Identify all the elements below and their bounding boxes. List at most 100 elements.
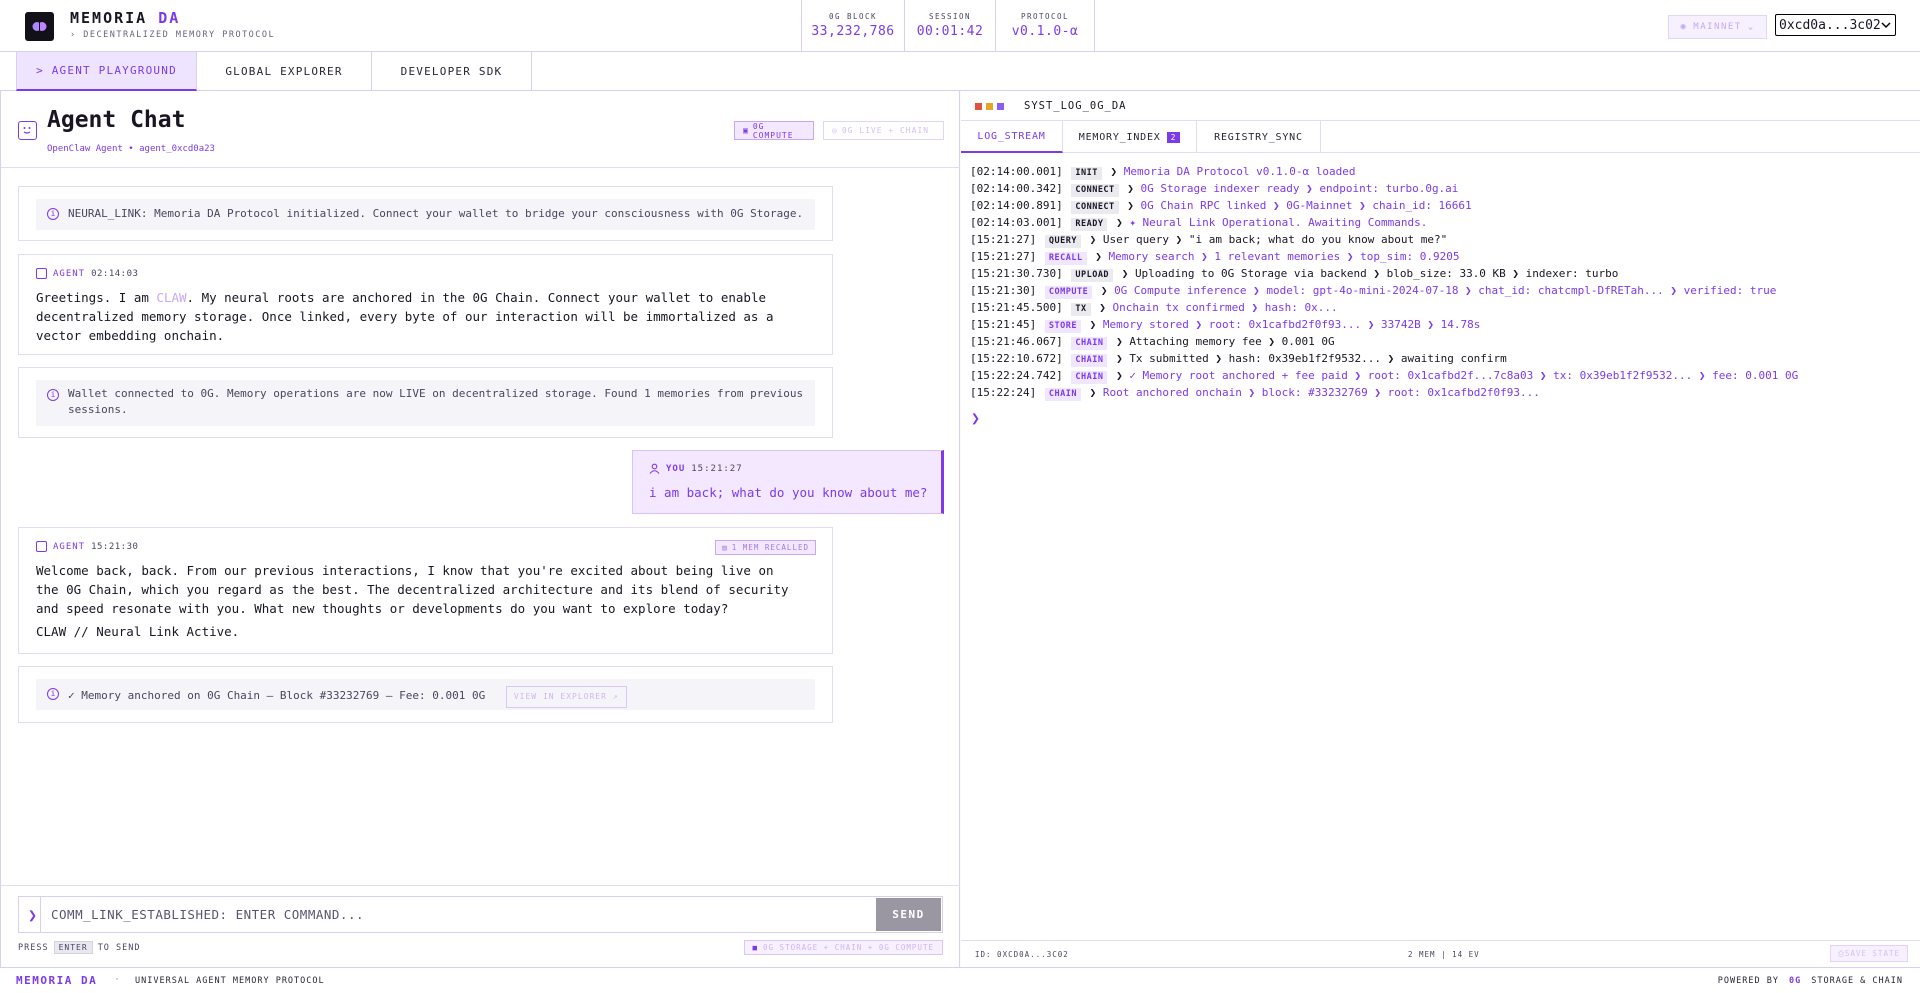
tab-memory-index[interactable]: MEMORY_INDEX 2 bbox=[1063, 121, 1197, 153]
system-message: i Wallet connected to 0G. Memory operati… bbox=[18, 367, 833, 438]
log-time: [02:14:00.001] bbox=[970, 165, 1063, 178]
log-message: Memory stored ❯ root: 0x1cafbd2f0f93... … bbox=[1102, 318, 1481, 331]
page-title: Agent Chat bbox=[47, 107, 186, 133]
log-tag: CONNECT bbox=[1071, 184, 1119, 197]
stat-session: SESSION 00:01:42 bbox=[905, 0, 996, 51]
view-in-explorer-button[interactable]: VIEW IN EXPLORER ↗ bbox=[505, 686, 627, 708]
log-time: [02:14:03.001] bbox=[970, 216, 1063, 229]
message-time: 15:21:30 bbox=[91, 541, 139, 552]
user-icon bbox=[649, 463, 660, 474]
log-line: [02:14:00.891] CONNECT ❯ 0G Chain RPC li… bbox=[970, 197, 1910, 214]
memory-recalled-badge: ▤ 1 MEM RECALLED bbox=[715, 540, 816, 555]
terminal-panel: SYST_LOG_0G_DA LOG_STREAM MEMORY_INDEX 2… bbox=[961, 91, 1920, 967]
user-message: YOU 15:21:27 i am back; what do you know… bbox=[632, 450, 944, 514]
system-message: i ✓ Memory anchored on 0G Chain — Block … bbox=[18, 666, 833, 723]
log-tag: CHAIN bbox=[1071, 371, 1108, 384]
log-line: [02:14:00.001] INIT ❯ Memoria DA Protoco… bbox=[970, 163, 1910, 180]
log-message: 0G Compute inference ❯ model: gpt-4o-min… bbox=[1114, 284, 1777, 297]
log-message: ✓ Memory root anchored + fee paid ❯ root… bbox=[1129, 369, 1799, 382]
log-message: 0G Chain RPC linked ❯ 0G-Mainnet ❯ chain… bbox=[1140, 199, 1472, 212]
log-time: [15:21:45.500] bbox=[970, 301, 1063, 314]
globe-icon: ◎ bbox=[832, 126, 838, 135]
log-tag: CHAIN bbox=[1071, 337, 1108, 350]
log-tag: STORE bbox=[1044, 320, 1081, 333]
og-label: 0G bbox=[1788, 976, 1802, 986]
agent-icon bbox=[36, 268, 47, 279]
stat-value: v0.1.0-α bbox=[1011, 24, 1079, 39]
header-stats: 0G BLOCK 33,232,786 SESSION 00:01:42 PRO… bbox=[801, 0, 1095, 51]
message-time: 02:14:03 bbox=[91, 268, 139, 279]
wallet-id-label: ID: 0XCD0A...3C02 bbox=[975, 950, 1069, 959]
agent-name-highlight: CLAW bbox=[156, 290, 187, 305]
message-text: Welcome back, back. From our previous in… bbox=[36, 561, 802, 641]
prompt-chevron-icon: ❯ bbox=[28, 906, 38, 924]
tab-developer-sdk[interactable]: DEVELOPER SDK bbox=[372, 52, 532, 91]
send-button[interactable]: SEND bbox=[876, 898, 941, 931]
network-button[interactable]: ◉ MAINNET ⌄ bbox=[1668, 15, 1767, 39]
brand-subtitle: › DECENTRALIZED MEMORY PROTOCOL bbox=[70, 30, 276, 40]
stat-label: 0G BLOCK bbox=[828, 12, 878, 21]
brain-logo-icon bbox=[25, 12, 54, 41]
log-line: [15:22:10.672] CHAIN ❯ Tx submitted ❯ ha… bbox=[970, 350, 1910, 367]
system-message: i NEURAL_LINK: Memoria DA Protocol initi… bbox=[18, 186, 833, 241]
memory-event-count: 2 MEM | 14 EV bbox=[1408, 950, 1480, 959]
log-message: Attaching memory fee ❯ 0.001 0G bbox=[1129, 335, 1335, 348]
log-line: [15:22:24.742] CHAIN ❯ ✓ Memory root anc… bbox=[970, 367, 1910, 384]
log-time: [15:21:27] bbox=[970, 233, 1037, 246]
wallet-select[interactable]: 0xcd0a...3c02 bbox=[1775, 14, 1896, 36]
log-tag: COMPUTE bbox=[1044, 286, 1093, 299]
tab-log-stream[interactable]: LOG_STREAM bbox=[961, 121, 1063, 153]
tab-agent-playground[interactable]: > AGENT PLAYGROUND bbox=[16, 52, 197, 91]
log-tag: INIT bbox=[1071, 167, 1102, 180]
chevron-right-icon: ❯ bbox=[1089, 318, 1103, 331]
tab-registry-sync[interactable]: REGISTRY_SYNC bbox=[1197, 121, 1321, 153]
log-message: Onchain tx confirmed ❯ hash: 0x... bbox=[1112, 301, 1338, 314]
log-line: [15:21:45.500] TX ❯ Onchain tx confirmed… bbox=[970, 299, 1910, 316]
enter-key-hint: ENTER bbox=[53, 941, 93, 954]
stat-block: 0G BLOCK 33,232,786 bbox=[802, 0, 905, 51]
main-nav: > AGENT PLAYGROUND GLOBAL EXPLORER DEVEL… bbox=[0, 52, 1920, 91]
chevron-right-icon: ❯ bbox=[1099, 301, 1113, 314]
storage-status-badge: ■ 0G STORAGE + CHAIN + 0G COMPUTE bbox=[743, 940, 943, 955]
log-line: [15:21:45] STORE ❯ Memory stored ❯ root:… bbox=[970, 316, 1910, 333]
log-line: [15:21:27] RECALL ❯ Memory search ❯ 1 re… bbox=[970, 248, 1910, 265]
chat-header: Agent Chat OpenClaw Agent • agent_0xcd0a… bbox=[1, 91, 960, 168]
log-line: [15:21:30] COMPUTE ❯ 0G Compute inferenc… bbox=[970, 282, 1910, 299]
log-line: [15:22:24] CHAIN ❯ Root anchored onchain… bbox=[970, 384, 1910, 401]
count-badge: 2 bbox=[1166, 131, 1181, 143]
log-time: [15:22:10.672] bbox=[970, 352, 1063, 365]
yellow-dot-icon bbox=[986, 103, 993, 110]
message-time: 15:21:27 bbox=[691, 463, 743, 474]
save-state-button[interactable]: ⎙ SAVE STATE bbox=[1829, 945, 1908, 962]
agent-message: AGENT 15:21:30 ▤ 1 MEM RECALLED Welcome … bbox=[18, 527, 833, 654]
stat-protocol: PROTOCOL v0.1.0-α bbox=[996, 0, 1095, 51]
footer-tagline: UNIVERSAL AGENT MEMORY PROTOCOL bbox=[135, 976, 325, 986]
tab-global-explorer[interactable]: GLOBAL EXPLORER bbox=[197, 52, 372, 91]
chip-icon: ▣ bbox=[743, 126, 749, 135]
log-time: [15:21:45] bbox=[970, 318, 1037, 331]
log-message: User query ❯ "i am back; what do you kno… bbox=[1102, 233, 1448, 246]
log-tag: CHAIN bbox=[1044, 388, 1081, 401]
log-time: [15:22:24] bbox=[970, 386, 1037, 399]
log-message: 0G Storage indexer ready ❯ endpoint: tur… bbox=[1140, 182, 1459, 195]
log-message: Memoria DA Protocol v0.1.0-α loaded bbox=[1123, 165, 1356, 178]
wallet-value: 0xcd0a...3c02 bbox=[1779, 17, 1881, 33]
chevron-down-icon: ⌄ bbox=[1747, 22, 1755, 32]
message-meta: YOU 15:21:27 bbox=[649, 463, 743, 474]
log-line: [15:21:30.730] UPLOAD ❯ Uploading to 0G … bbox=[970, 265, 1910, 282]
log-tag: RECALL bbox=[1044, 252, 1087, 265]
info-icon: i bbox=[47, 389, 59, 401]
network-dot-icon: ◉ bbox=[1680, 22, 1688, 32]
command-input[interactable]: COMM_LINK_ESTABLISHED: ENTER COMMAND... bbox=[40, 897, 890, 932]
agent-id-subtitle: OpenClaw Agent • agent_0xcd0a23 bbox=[47, 144, 215, 154]
chevron-right-icon: ❯ bbox=[1116, 216, 1130, 229]
log-stream: [02:14:00.001] INIT ❯ Memoria DA Protoco… bbox=[970, 163, 1910, 401]
message-signature: CLAW // Neural Link Active. bbox=[36, 624, 240, 639]
chat-panel: Agent Chat OpenClaw Agent • agent_0xcd0a… bbox=[0, 91, 960, 967]
chevron-right-icon: ❯ bbox=[1116, 352, 1130, 365]
terminal-header: SYST_LOG_0G_DA bbox=[961, 91, 1920, 121]
log-message: Root anchored onchain ❯ block: #33232769… bbox=[1102, 386, 1540, 399]
powered-by: POWERED BY 0G STORAGE & CHAIN bbox=[1717, 976, 1903, 986]
stat-label: SESSION bbox=[928, 12, 972, 21]
brand-title: MEMORIA DA bbox=[70, 9, 180, 27]
